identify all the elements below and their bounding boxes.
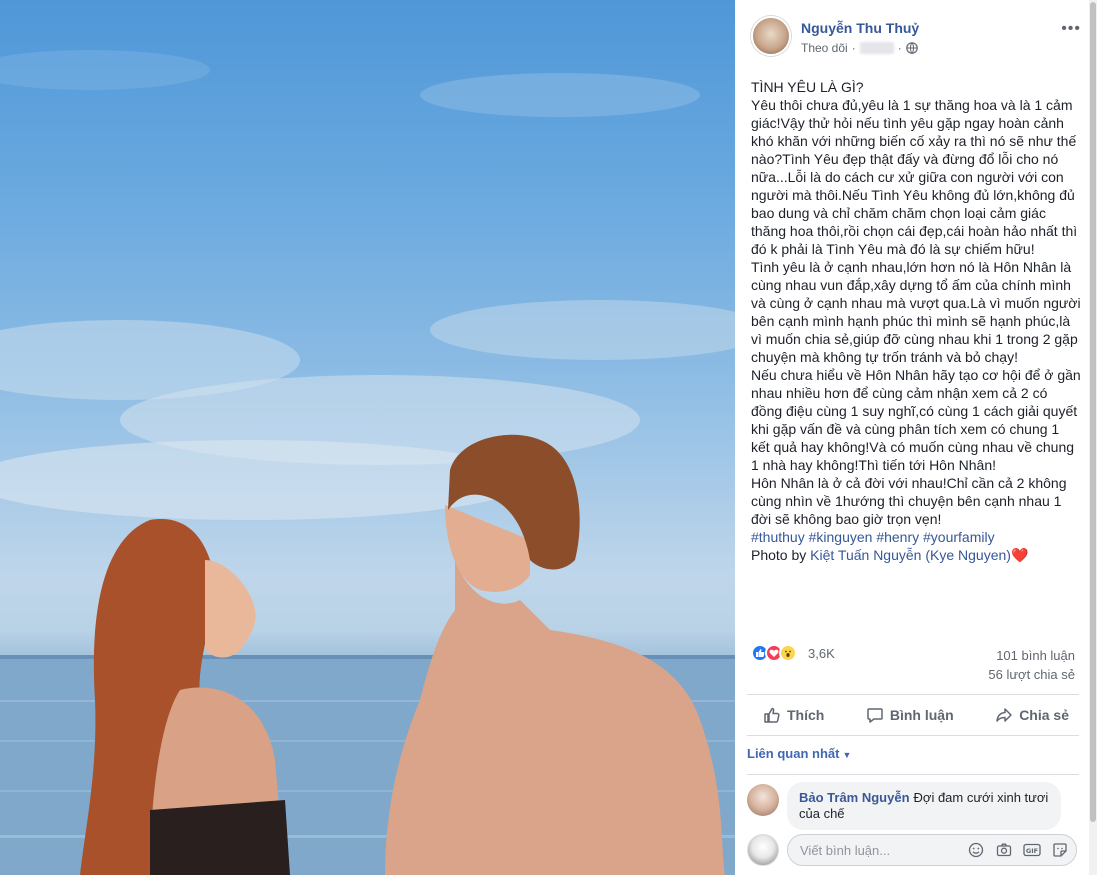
post-header: Nguyễn Thu Thuỷ Theo dõi · · ••• bbox=[751, 16, 1081, 60]
camera-icon[interactable] bbox=[995, 841, 1013, 859]
caret-down-icon: ▼ bbox=[842, 750, 852, 760]
heart-emoji: ❤️ bbox=[1010, 547, 1029, 563]
follow-link[interactable]: Theo dõi bbox=[801, 41, 848, 55]
post-actions: Thích Bình luận Chia sẻ bbox=[751, 702, 1081, 728]
divider bbox=[747, 694, 1079, 695]
like-button[interactable]: Thích bbox=[751, 702, 836, 728]
comment-bubble: Bảo Trâm Nguyễn Đợi đam cưới xinh tươi củ… bbox=[787, 782, 1061, 830]
post-title: TÌNH YÊU LÀ GÌ? bbox=[751, 79, 864, 95]
svg-text:GIF: GIF bbox=[1026, 847, 1038, 855]
wow-reaction-icon bbox=[779, 644, 797, 662]
like-icon bbox=[764, 707, 780, 723]
post-hashtags[interactable]: #thuthuy #kinguyen #henry #yourfamily bbox=[751, 528, 1081, 546]
sort-label: Liên quan nhất bbox=[747, 746, 840, 761]
post-detail-panel: Nguyễn Thu Thuỷ Theo dõi · · ••• TÌNH YÊ… bbox=[735, 0, 1097, 875]
current-user-avatar bbox=[747, 834, 779, 866]
post-paragraph: Yêu thôi chưa đủ,yêu là 1 sự thăng hoa v… bbox=[751, 97, 1078, 257]
meta-separator: · bbox=[897, 41, 902, 55]
post-paragraph: Tình yêu là ở cạnh nhau,lớn hơn nó là Hô… bbox=[751, 259, 1081, 365]
author-name[interactable]: Nguyễn Thu Thuỷ bbox=[801, 20, 919, 36]
share-button[interactable]: Chia sẻ bbox=[983, 702, 1081, 728]
scrollbar-thumb[interactable] bbox=[1090, 2, 1096, 822]
scrollbar[interactable] bbox=[1089, 0, 1097, 875]
comment-composer: Viết bình luận... GIF bbox=[747, 830, 1077, 868]
post-meta: Theo dõi · · bbox=[801, 41, 918, 55]
sticker-icon[interactable] bbox=[1051, 841, 1069, 859]
photo-credit-prefix: Photo by bbox=[751, 547, 811, 563]
comment-input-placeholder: Viết bình luận... bbox=[800, 842, 891, 858]
reaction-icons[interactable] bbox=[751, 644, 797, 662]
reactions-bar: 3,6K 101 bình luận 56 lượt chia sẻ bbox=[751, 642, 1081, 686]
comment-item: Bảo Trâm Nguyễn Đợi đam cưới xinh tươi củ… bbox=[747, 782, 1077, 830]
post-body: TÌNH YÊU LÀ GÌ? Yêu thôi chưa đủ,yêu là … bbox=[751, 78, 1081, 564]
meta-separator: · bbox=[851, 41, 856, 55]
divider bbox=[747, 774, 1079, 775]
gif-icon[interactable]: GIF bbox=[1023, 841, 1041, 859]
comments-count[interactable]: 101 bình luận bbox=[996, 648, 1075, 663]
comment-icon bbox=[867, 708, 883, 723]
comment-sort-dropdown[interactable]: Liên quan nhất ▼ bbox=[747, 746, 851, 761]
commenter-name[interactable]: Bảo Trâm Nguyễn bbox=[799, 790, 910, 805]
like-label: Thích bbox=[787, 707, 825, 723]
globe-icon[interactable] bbox=[905, 42, 918, 54]
photo-credit-link[interactable]: Kiệt Tuấn Nguyễn (Kye Nguyen) bbox=[810, 547, 1011, 563]
comment-button[interactable]: Bình luận bbox=[854, 702, 966, 728]
divider bbox=[747, 735, 1079, 736]
emoji-icon[interactable] bbox=[967, 841, 985, 859]
more-icon[interactable]: ••• bbox=[1061, 20, 1081, 38]
shares-count[interactable]: 56 lượt chia sẻ bbox=[988, 667, 1075, 682]
reaction-count[interactable]: 3,6K bbox=[808, 646, 835, 661]
post-photo[interactable] bbox=[0, 0, 735, 875]
photo-credit: Photo by Kiệt Tuấn Nguyễn (Kye Nguyen)❤️ bbox=[751, 546, 1081, 564]
share-label: Chia sẻ bbox=[1019, 707, 1069, 723]
composer-icons: GIF bbox=[967, 841, 1069, 859]
blurred-timestamp bbox=[859, 42, 894, 54]
comment-label: Bình luận bbox=[889, 707, 954, 723]
commenter-avatar[interactable] bbox=[747, 784, 779, 816]
beach-couple-photo bbox=[0, 50, 735, 875]
post-paragraph: Nếu chưa hiểu về Hôn Nhân hãy tạo cơ hội… bbox=[751, 367, 1081, 473]
share-icon bbox=[996, 708, 1012, 722]
author-avatar[interactable] bbox=[751, 16, 791, 56]
post-paragraph: Hôn Nhân là ở cả đời với nhau!Chỉ cần cả… bbox=[751, 475, 1067, 527]
